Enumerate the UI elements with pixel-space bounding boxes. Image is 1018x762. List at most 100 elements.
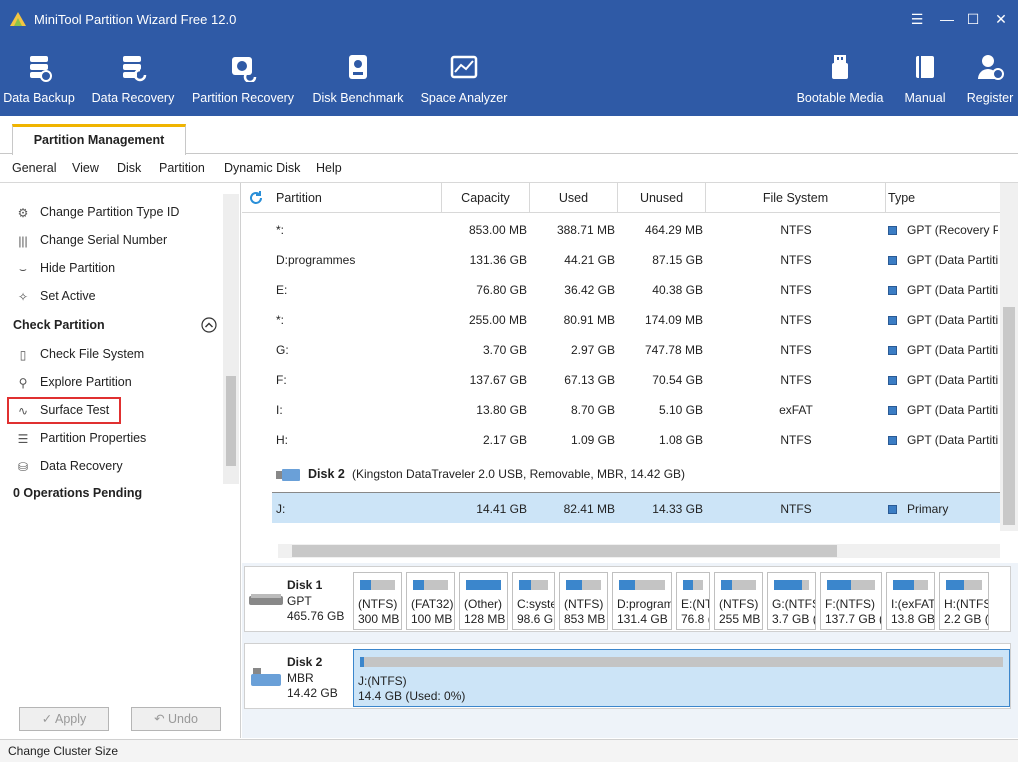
main-toolbar: Data Backup Data Recovery Partition Reco… <box>0 38 1018 116</box>
cell-unused: 70.54 GB <box>652 373 703 387</box>
partition-block[interactable]: I:(exFAT) 13.8 GB <box>886 572 935 630</box>
menu-help[interactable]: Help <box>316 161 342 175</box>
action-label: Set Active <box>40 289 96 303</box>
menu-disk[interactable]: Disk <box>117 161 141 175</box>
partition-properties[interactable]: ☰ Partition Properties <box>14 428 147 448</box>
col-used[interactable]: Used <box>530 183 618 213</box>
col-capacity[interactable]: Capacity <box>442 183 530 213</box>
app-logo-icon <box>10 12 26 26</box>
partition-block[interactable]: (NTFS) 255 MB <box>714 572 763 630</box>
partition-block[interactable]: (NTFS) 853 MB <box>559 572 608 630</box>
usage-bar <box>466 580 501 590</box>
menu-icon[interactable]: ☰ <box>908 10 926 28</box>
space-analyzer-button[interactable]: Space Analyzer <box>420 38 508 116</box>
usage-fill <box>721 580 732 590</box>
check-file-system[interactable]: ▯ Check File System <box>14 344 145 364</box>
disk2-header-row[interactable]: Disk 2 (Kingston DataTraveler 2.0 USB, R… <box>272 459 1000 491</box>
partition-block[interactable]: C:syster98.6 GB <box>512 572 555 630</box>
collapse-icon[interactable] <box>201 317 217 333</box>
usage-fill <box>413 580 424 590</box>
tab-partition-management[interactable]: Partition Management <box>12 124 186 155</box>
partition-size: 2.2 GB (U <box>944 612 989 626</box>
table-row[interactable]: D:programmes 131.36 GB 44.21 GB 87.15 GB NTF… <box>272 244 1000 274</box>
partition-block[interactable]: (NTFS) 300 MB <box>353 572 402 630</box>
scrollbar-thumb[interactable] <box>1003 307 1015 525</box>
partition-block[interactable]: D:program131.4 GB (U <box>612 572 672 630</box>
toolbar-label: Disk Benchmark <box>312 91 404 105</box>
type-square-icon <box>888 505 897 514</box>
usage-fill <box>566 580 582 590</box>
table-row[interactable]: G: 3.70 GB 2.97 GB 747.78 MB NTFS GPT (Data P… <box>272 334 1000 364</box>
title-bar: MiniTool Partition Wizard Free 12.0 ☰ — … <box>0 0 1018 38</box>
cell-fs: exFAT <box>779 403 813 417</box>
data-recovery-action[interactable]: ⛁ Data Recovery <box>14 456 123 476</box>
partition-size: 100 MB <box>411 612 453 626</box>
set-active[interactable]: ✧ Set Active <box>14 286 96 306</box>
scrollbar-thumb[interactable] <box>292 545 837 557</box>
grid-vscrollbar[interactable] <box>1000 183 1018 531</box>
menu-general[interactable]: General <box>12 161 56 175</box>
partition-block-j[interactable]: J:(NTFS) 14.4 GB (Used: 0%) <box>353 649 1010 707</box>
manual-button[interactable]: Manual <box>900 38 950 116</box>
disk-map: Disk 1 GPT 465.76 GB (NTFS) 300 MB (FAT32)… <box>242 563 1018 738</box>
disk2-map-row[interactable]: Disk 2 MBR 14.42 GB J:(NTFS) 14.4 GB (Us… <box>244 643 1011 709</box>
cell-used: 80.91 MB <box>563 313 615 327</box>
table-row[interactable]: *: 853.00 MB 388.71 MB 464.29 MB NTFS GPT (Re… <box>272 214 1000 244</box>
menu-dynamic-disk[interactable]: Dynamic Disk <box>224 161 300 175</box>
explore-partition[interactable]: ⚲ Explore Partition <box>14 372 132 392</box>
cell-used: 8.70 GB <box>570 403 615 417</box>
usb-drive-icon <box>251 668 281 686</box>
change-partition-type-id[interactable]: ⚙ Change Partition Type ID <box>14 202 180 222</box>
window-title: MiniTool Partition Wizard Free 12.0 <box>34 12 237 27</box>
menu-partition[interactable]: Partition <box>159 161 205 175</box>
disk1-map-row[interactable]: Disk 1 GPT 465.76 GB (NTFS) 300 MB (FAT32)… <box>244 566 1011 632</box>
minimize-button[interactable]: — <box>938 10 956 28</box>
menu-view[interactable]: View <box>72 161 99 175</box>
cell-type: GPT (Data Partitio <box>907 433 998 447</box>
partition-label: (Other) <box>464 597 503 611</box>
partition-block[interactable]: (FAT32) 100 MB <box>406 572 455 630</box>
type-id-icon: ⚙ <box>17 205 29 220</box>
sidebar-scrollbar[interactable] <box>223 194 239 484</box>
maximize-button[interactable]: ☐ <box>964 10 982 28</box>
partition-recovery-button[interactable]: Partition Recovery <box>190 38 296 116</box>
partition-block[interactable]: G:(NTFS3.7 GB (U <box>767 572 816 630</box>
table-row[interactable]: *: 255.00 MB 80.91 MB 174.09 MB NTFS GPT (Dat… <box>272 304 1000 334</box>
disk-benchmark-button[interactable]: Disk Benchmark <box>310 38 406 116</box>
close-button[interactable]: ✕ <box>992 10 1010 28</box>
col-unused[interactable]: Unused <box>618 183 706 213</box>
usage-bar <box>721 580 756 590</box>
check-partition-section: Check Partition <box>13 318 105 332</box>
bootable-media-button[interactable]: Bootable Media <box>794 38 886 116</box>
register-button[interactable]: Register <box>964 38 1016 116</box>
table-row[interactable]: F: 137.67 GB 67.13 GB 70.54 GB NTFS GPT (Data… <box>272 364 1000 394</box>
table-row[interactable]: I: 13.80 GB 8.70 GB 5.10 GB exFAT GPT (Data P… <box>272 394 1000 424</box>
data-recovery-button[interactable]: Data Recovery <box>90 38 176 116</box>
operations-pending: 0 Operations Pending <box>13 486 143 500</box>
cell-used: 388.71 MB <box>556 223 615 237</box>
table-row-selected[interactable]: J: 14.41 GB 82.41 MB 14.33 GB NTFS Prima… <box>272 493 1000 523</box>
partition-block[interactable]: F:(NTFS)137.7 GB (U <box>820 572 882 630</box>
partition-size: 13.8 GB <box>891 612 935 626</box>
cell-unused: 14.33 GB <box>652 502 703 516</box>
partition-block[interactable]: H:(NTFS2.2 GB (U <box>939 572 989 630</box>
col-file-system[interactable]: File System <box>706 183 886 213</box>
data-backup-button[interactable]: Data Backup <box>0 38 78 116</box>
apply-button[interactable]: ✓ Apply <box>19 707 109 731</box>
partition-size: 137.7 GB (U <box>825 612 881 626</box>
grid-hscrollbar[interactable] <box>278 544 1000 558</box>
type-square-icon <box>888 346 897 355</box>
table-row[interactable]: H: 2.17 GB 1.09 GB 1.08 GB NTFS GPT (Data Par… <box>272 424 1000 454</box>
partition-block[interactable]: (Other) 128 MB <box>459 572 508 630</box>
refresh-icon[interactable] <box>248 190 264 206</box>
col-type[interactable]: Type <box>886 183 1000 213</box>
hide-partition[interactable]: ⌣ Hide Partition <box>14 258 115 278</box>
col-partition[interactable]: Partition <box>272 183 442 213</box>
undo-button[interactable]: ↶ Undo <box>131 707 221 731</box>
partition-block[interactable]: E:(NT 76.8 ( <box>676 572 710 630</box>
scrollbar-thumb[interactable] <box>226 376 236 466</box>
change-serial-number[interactable]: ||| Change Serial Number <box>14 230 167 250</box>
cell-unused: 464.29 MB <box>644 223 703 237</box>
action-label: Check File System <box>40 347 145 361</box>
table-row[interactable]: E: 76.80 GB 36.42 GB 40.38 GB NTFS GPT (Data … <box>272 274 1000 304</box>
